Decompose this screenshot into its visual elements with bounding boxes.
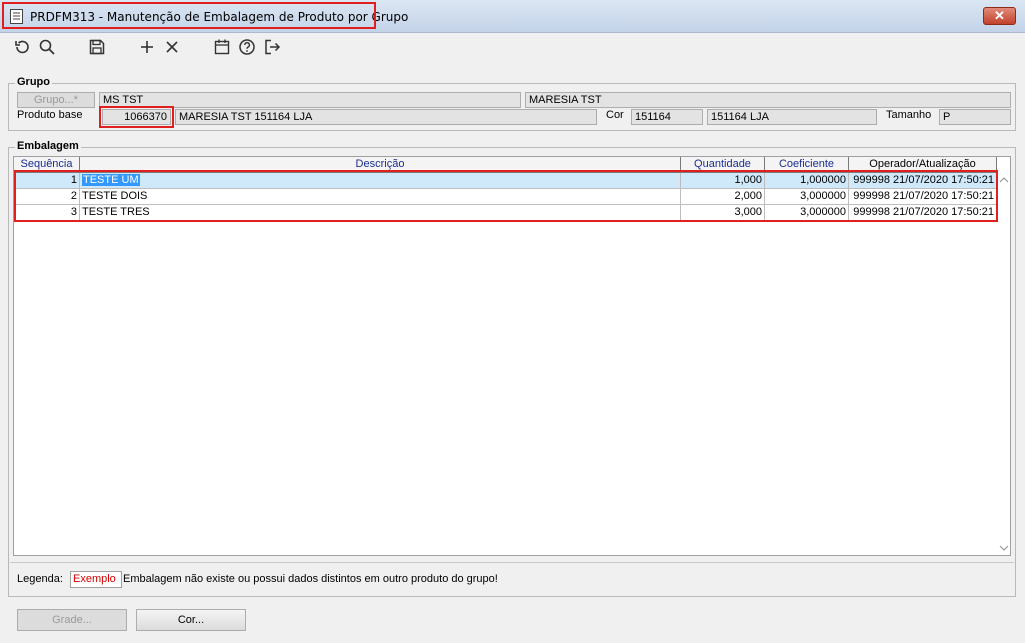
search-icon[interactable] bbox=[36, 36, 58, 58]
help-icon[interactable] bbox=[236, 36, 258, 58]
grupo-section-label: Grupo bbox=[15, 76, 52, 88]
toolbar bbox=[0, 33, 1025, 61]
undo-icon[interactable] bbox=[11, 36, 33, 58]
cor-button[interactable]: Cor... bbox=[136, 609, 246, 631]
cor-code-field[interactable]: 151164 bbox=[631, 109, 703, 125]
grupo-button[interactable]: Grupo...* bbox=[17, 92, 95, 108]
grade-button[interactable]: Grade... bbox=[17, 609, 127, 631]
legend-divider bbox=[10, 562, 1014, 563]
scroll-up-icon[interactable] bbox=[999, 175, 1009, 183]
delete-icon[interactable] bbox=[161, 36, 183, 58]
cor-label: Cor bbox=[606, 109, 624, 121]
produto-base-highlight-box bbox=[99, 106, 174, 128]
scroll-down-icon[interactable] bbox=[999, 543, 1009, 551]
rows-highlight-box bbox=[14, 170, 998, 222]
title-highlight-box bbox=[2, 2, 376, 29]
save-icon[interactable] bbox=[86, 36, 108, 58]
calendar-icon[interactable] bbox=[211, 36, 233, 58]
legend-text: Embalagem não existe ou possui dados dis… bbox=[123, 573, 498, 585]
grupo-name-field: MARESIA TST bbox=[525, 92, 1011, 108]
produto-base-label: Produto base bbox=[17, 109, 83, 121]
embalagem-section-label: Embalagem bbox=[15, 140, 81, 152]
close-icon: ✕ bbox=[994, 8, 1005, 23]
tamanho-field[interactable]: P bbox=[939, 109, 1011, 125]
legend-example-box: Exemplo bbox=[70, 571, 122, 588]
close-button[interactable]: ✕ bbox=[983, 7, 1016, 25]
cor-desc-field: 151164 LJA bbox=[707, 109, 877, 125]
exit-icon[interactable] bbox=[261, 36, 283, 58]
add-icon[interactable] bbox=[136, 36, 158, 58]
vertical-scrollbar[interactable] bbox=[997, 173, 1011, 555]
tamanho-label: Tamanho bbox=[886, 109, 932, 121]
produto-desc-field: MARESIA TST 151164 LJA bbox=[175, 109, 597, 125]
legend-label: Legenda: bbox=[17, 573, 63, 585]
